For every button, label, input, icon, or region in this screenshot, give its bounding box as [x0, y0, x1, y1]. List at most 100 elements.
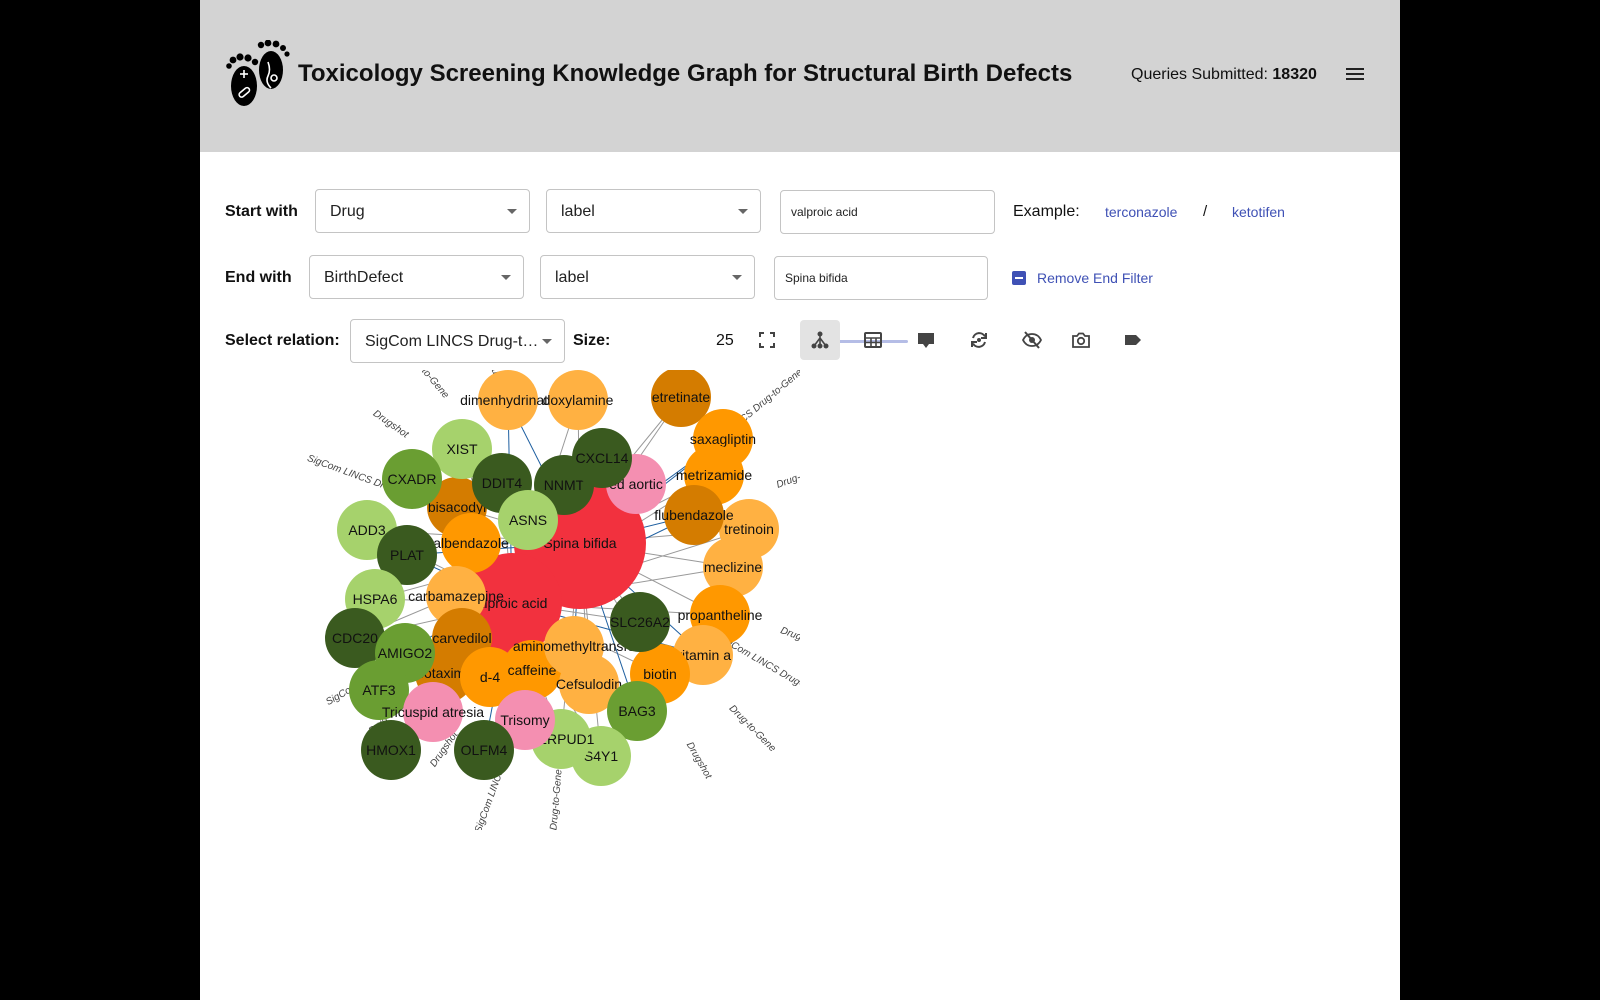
node-label: CDC20 — [332, 630, 378, 646]
end-with-label: End with — [225, 269, 292, 286]
reload-button[interactable] — [959, 320, 999, 360]
fullscreen-icon — [759, 332, 775, 348]
start-type-value: Drug — [330, 203, 365, 220]
node-label: biotin — [643, 666, 676, 682]
graph-node[interactable]: SLC26A2 — [610, 592, 670, 652]
node-label: metrizamide — [676, 467, 752, 483]
node-label: ADD3 — [348, 522, 386, 538]
tooltip-icon — [918, 333, 934, 348]
fullscreen-button[interactable] — [747, 320, 787, 360]
table-view-icon — [864, 332, 882, 348]
node-label: Trisomy — [500, 712, 549, 728]
network-view-button[interactable] — [800, 320, 840, 360]
example-link-ketotifen[interactable]: ketotifen — [1232, 204, 1285, 220]
node-label: carbamazepine — [408, 588, 504, 604]
end-field-value: label — [555, 269, 589, 286]
chevron-down-icon — [501, 275, 511, 280]
start-with-label: Start with — [225, 203, 298, 220]
hide-button[interactable] — [1012, 320, 1052, 360]
edge-label: Drug-to-Gene — [775, 459, 800, 490]
node-label: etretinate — [652, 389, 711, 405]
node-label: ATF3 — [362, 682, 395, 698]
graph-node[interactable]: OLFM4 — [454, 720, 514, 780]
edge-label: Drug-to-Gene — [403, 370, 451, 401]
node-label: ASNS — [509, 512, 547, 528]
start-field-select[interactable]: label — [546, 189, 761, 233]
node-label: S4Y1 — [584, 748, 618, 764]
node-label: caffeine — [508, 662, 557, 678]
minus-checkbox-icon — [1012, 271, 1026, 285]
graph-node[interactable]: HMOX1 — [361, 720, 421, 780]
edge-label: Drugshot — [371, 408, 412, 441]
node-label: Tricuspid atresia — [382, 704, 484, 720]
start-value-input[interactable] — [791, 205, 961, 219]
relation-select[interactable]: SigCom LINCS Drug-t… — [350, 319, 565, 363]
screenshot-icon — [1072, 332, 1090, 348]
size-label: Size: — [573, 332, 611, 349]
queries-counter: Queries Submitted: 18320 — [1131, 66, 1317, 84]
end-value-field[interactable] — [774, 256, 988, 300]
node-label: Cefsulodin — [556, 676, 622, 692]
start-field-value: label — [561, 203, 595, 220]
screenshot-button[interactable] — [1061, 320, 1101, 360]
node-label: HMOX1 — [366, 742, 416, 758]
example-label: Example: — [1013, 203, 1080, 220]
node-label: doxylamine — [543, 392, 614, 408]
page-title: Toxicology Screening Knowledge Graph for… — [298, 60, 1073, 87]
node-label: propantheline — [678, 607, 763, 623]
graph-node[interactable]: CXADR — [382, 449, 442, 509]
app-header: Toxicology Screening Knowledge Graph for… — [200, 0, 1400, 152]
node-label: CXADR — [387, 471, 436, 487]
chevron-down-icon — [542, 339, 552, 344]
example-link-terconazole[interactable]: terconazole — [1105, 204, 1177, 220]
node-label: Spina bifida — [543, 535, 616, 551]
node-label: XIST — [446, 441, 478, 457]
graph-node[interactable]: CXCL14 — [572, 428, 632, 488]
end-type-value: BirthDefect — [324, 269, 404, 286]
label-button[interactable] — [1113, 320, 1153, 360]
network-layout-icon — [811, 331, 829, 349]
start-value-field[interactable] — [780, 190, 995, 234]
start-type-select[interactable]: Drug — [315, 189, 530, 233]
size-value: 25 — [716, 332, 734, 349]
node-label: HSPA6 — [353, 591, 398, 607]
end-field-select[interactable]: label — [540, 255, 755, 299]
chevron-down-icon — [507, 209, 517, 214]
node-label: SLC26A2 — [610, 614, 670, 630]
reload-icon — [971, 332, 987, 348]
end-type-select[interactable]: BirthDefect — [309, 255, 524, 299]
node-label: DDIT4 — [482, 475, 523, 491]
baby-footprints-logo — [226, 40, 290, 106]
node-label: AMIGO2 — [378, 645, 433, 661]
chevron-down-icon — [732, 275, 742, 280]
tooltip-button[interactable] — [906, 320, 946, 360]
node-label: CXCL14 — [576, 450, 629, 466]
hamburger-menu-icon[interactable] — [1343, 62, 1367, 86]
table-view-button[interactable] — [853, 320, 893, 360]
graph-node[interactable]: ASNS — [498, 490, 558, 550]
node-label: BAG3 — [618, 703, 656, 719]
node-label: saxagliptin — [690, 431, 756, 447]
node-label: PLAT — [390, 547, 424, 563]
hide-icon — [1022, 331, 1042, 349]
queries-label: Queries Submitted: — [1131, 66, 1268, 83]
queries-count: 18320 — [1272, 66, 1317, 83]
node-label: NNMT — [544, 477, 585, 493]
edge-label: Drugshot — [684, 740, 714, 782]
relation-value: SigCom LINCS Drug-t… — [365, 333, 539, 350]
end-value-input[interactable] — [785, 271, 955, 285]
edge-label: Drugshot — [779, 625, 800, 650]
knowledge-graph-canvas[interactable]: SigCom LINCS Drug-to-GeneDrugshotDrug-to… — [200, 370, 800, 830]
label-icon — [1125, 335, 1141, 345]
edge-label: Drug-to-Gene — [727, 703, 778, 754]
example-separator: / — [1203, 203, 1208, 220]
node-label: d-4 — [480, 669, 500, 685]
node-label: albendazole — [433, 535, 509, 551]
node-label: OLFM4 — [461, 742, 508, 758]
select-relation-label: Select relation: — [225, 332, 340, 349]
node-label: flubendazole — [654, 507, 734, 523]
edge-label: Drug-to-Gene — [548, 768, 564, 830]
graph-node[interactable]: doxylamine — [543, 370, 614, 430]
node-label: bisacodyl — [428, 499, 486, 515]
app-window: Toxicology Screening Knowledge Graph for… — [200, 0, 1400, 1000]
